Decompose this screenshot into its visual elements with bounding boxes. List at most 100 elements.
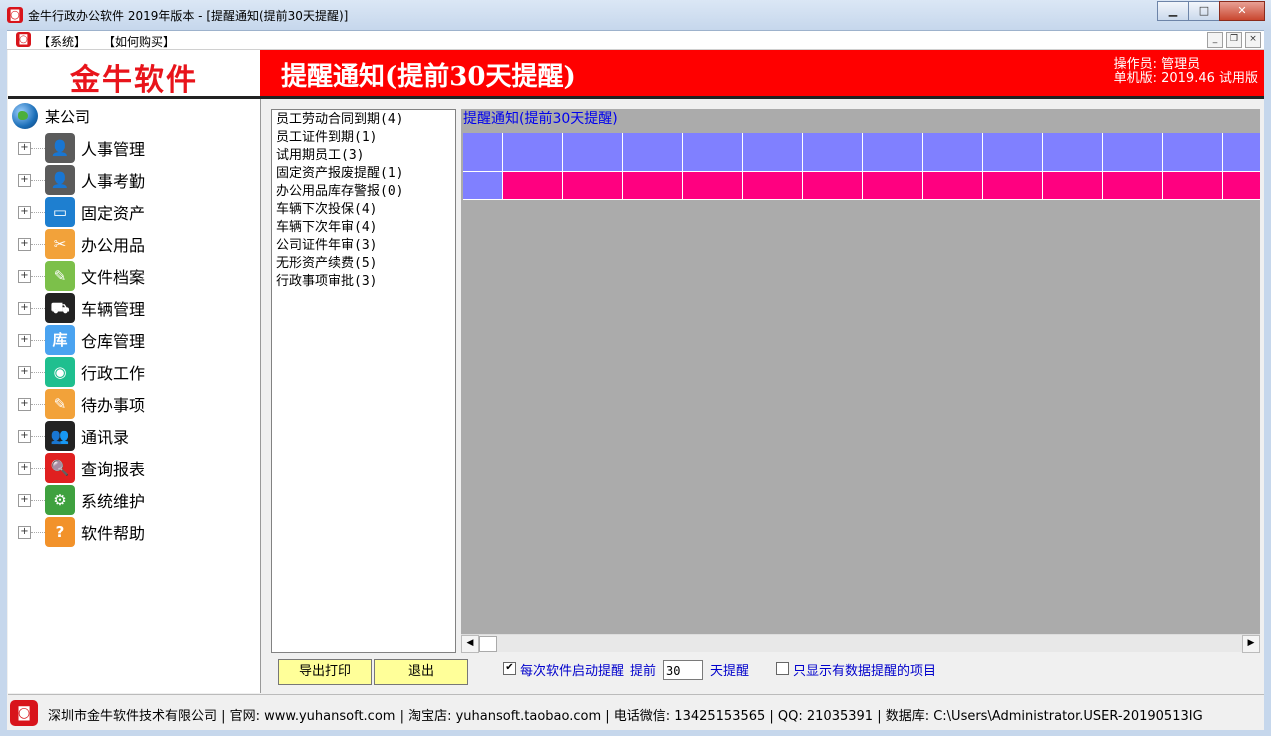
tree-item[interactable]: + ◉ 行政工作 xyxy=(18,357,145,387)
minimize-button[interactable]: ▁ xyxy=(1157,1,1189,21)
grid-header-cell[interactable] xyxy=(1163,133,1223,172)
list-item[interactable]: 员工证件到期(1) xyxy=(276,129,377,147)
tree-connector xyxy=(31,211,45,213)
mdi-app-icon[interactable]: ◙ xyxy=(16,32,31,47)
list-item[interactable]: 固定资产报废提醒(1) xyxy=(276,165,403,183)
list-item[interactable]: 车辆下次年审(4) xyxy=(276,219,377,237)
list-item[interactable]: 办公用品库存警报(0) xyxy=(276,183,403,201)
expand-icon[interactable]: + xyxy=(18,525,31,539)
scroll-right-icon[interactable]: ▶ xyxy=(1242,635,1260,653)
list-item[interactable]: 试用期员工(3) xyxy=(276,147,364,165)
expand-icon[interactable]: + xyxy=(18,397,31,411)
grid-header-cell[interactable] xyxy=(743,133,803,172)
tree-item[interactable]: + ✎ 待办事项 xyxy=(18,389,145,419)
grid-data-cell[interactable] xyxy=(1163,172,1223,200)
grid-header-cell[interactable] xyxy=(1043,133,1103,172)
grid-row-selector[interactable] xyxy=(463,172,503,200)
tree-item[interactable]: + 👥 通讯录 xyxy=(18,421,129,451)
warehouse-icon: 库 xyxy=(45,325,75,355)
days-input[interactable]: 30 xyxy=(663,660,703,680)
menu-how-to-buy[interactable]: 【如何购买】 xyxy=(103,33,175,50)
expand-icon[interactable]: + xyxy=(18,493,31,507)
grid-header-cell[interactable] xyxy=(863,133,923,172)
grid-header-cell[interactable] xyxy=(683,133,743,172)
window-frame-left xyxy=(0,30,7,736)
tree-item[interactable]: + ▭ 固定资产 xyxy=(18,197,145,227)
tree-item[interactable]: + ⚙ 系统维护 xyxy=(18,485,145,515)
grid-header-cell[interactable] xyxy=(503,133,563,172)
expand-icon[interactable]: + xyxy=(18,237,31,251)
expand-icon[interactable]: + xyxy=(18,461,31,475)
tree-item[interactable]: + 库仓库管理 xyxy=(18,325,145,355)
tree-connector xyxy=(31,275,45,277)
tree-item[interactable]: +? 软件帮助 xyxy=(18,517,145,547)
tree-item-label: 仓库管理 xyxy=(81,332,146,351)
grid-caption: 提醒通知(提前30天提醒) xyxy=(463,111,618,127)
maximize-button[interactable]: □ xyxy=(1188,1,1220,21)
tree-root[interactable]: 某公司 xyxy=(12,103,91,129)
grid-data-cell[interactable] xyxy=(923,172,983,200)
tree-item[interactable]: + ✎ 文件档案 xyxy=(18,261,145,291)
grid-data-cell[interactable] xyxy=(1223,172,1260,200)
tree-item[interactable]: + 👤 人事管理 xyxy=(18,133,145,163)
window-title: 金牛行政办公软件 2019年版本 - [提醒通知(提前30天提醒)] xyxy=(28,9,349,23)
mdi-restore-button[interactable]: ❐ xyxy=(1226,32,1242,48)
grid-header-cell[interactable] xyxy=(623,133,683,172)
expand-icon[interactable]: + xyxy=(18,205,31,219)
expand-icon[interactable]: + xyxy=(18,429,31,443)
mdi-minimize-button[interactable]: _ xyxy=(1207,32,1223,48)
grid-data-cell[interactable] xyxy=(863,172,923,200)
grid-data-cell[interactable] xyxy=(803,172,863,200)
expand-icon[interactable]: + xyxy=(18,333,31,347)
tree-item-label: 查询报表 xyxy=(81,460,146,479)
list-item[interactable]: 公司证件年审(3) xyxy=(276,237,377,255)
scroll-thumb[interactable] xyxy=(479,636,497,652)
grid-data-cell[interactable] xyxy=(563,172,623,200)
list-item[interactable]: 车辆下次投保(4) xyxy=(276,201,377,219)
tree-item-label: 人事考勤 xyxy=(81,172,146,191)
reminder-category-list[interactable]: 员工劳动合同到期(4) 员工证件到期(1) 试用期员工(3) 固定资产报废提醒(… xyxy=(271,109,456,653)
list-item[interactable]: 员工劳动合同到期(4) xyxy=(276,111,403,129)
list-item[interactable]: 无形资产续费(5) xyxy=(276,255,377,273)
only-data-checkbox[interactable] xyxy=(776,662,789,675)
reminder-grid[interactable]: 提醒通知(提前30天提醒) xyxy=(461,109,1260,651)
expand-icon[interactable]: + xyxy=(18,301,31,315)
grid-data-cell[interactable] xyxy=(623,172,683,200)
grid-header-cell[interactable] xyxy=(1223,133,1260,172)
grid-data-cell[interactable] xyxy=(683,172,743,200)
grid-corner-cell[interactable] xyxy=(463,133,503,172)
grid-header-cell[interactable] xyxy=(923,133,983,172)
grid-header-cell[interactable] xyxy=(803,133,863,172)
menu-system[interactable]: 【系统】 xyxy=(38,33,86,50)
mdi-close-button[interactable]: × xyxy=(1245,32,1261,48)
tree-item[interactable]: + 👤 人事考勤 xyxy=(18,165,145,195)
tree-item[interactable]: + ⛟ 车辆管理 xyxy=(18,293,145,323)
grid-header-cell[interactable] xyxy=(1103,133,1163,172)
grid-data-cell[interactable] xyxy=(1043,172,1103,200)
tree-item-label: 行政工作 xyxy=(81,364,146,383)
grid-data-cell[interactable] xyxy=(1103,172,1163,200)
grid-data-cell[interactable] xyxy=(983,172,1043,200)
close-button[interactable]: ✕ xyxy=(1219,1,1265,21)
list-item[interactable]: 行政事项审批(3) xyxy=(276,273,377,291)
grid-header-cell[interactable] xyxy=(983,133,1043,172)
operator-label: 操作员: 管理员 xyxy=(1113,57,1201,72)
grid-data-cell[interactable] xyxy=(743,172,803,200)
expand-icon[interactable]: + xyxy=(18,141,31,155)
tree-item[interactable]: + ✂ 办公用品 xyxy=(18,229,145,259)
grid-header-cell[interactable] xyxy=(563,133,623,172)
page-title: 提醒通知(提前30天提醒) xyxy=(281,62,576,92)
expand-icon[interactable]: + xyxy=(18,173,31,187)
expand-icon[interactable]: + xyxy=(18,269,31,283)
grid-data-cell[interactable] xyxy=(503,172,563,200)
search-icon: 🔍 xyxy=(45,453,75,483)
horizontal-scrollbar[interactable]: ◀ ▶ xyxy=(461,634,1260,653)
tree-item[interactable]: + 🔍 查询报表 xyxy=(18,453,145,483)
exit-button[interactable]: 退出 xyxy=(374,659,468,685)
tree-root-label: 某公司 xyxy=(45,107,91,126)
tree-connector xyxy=(31,531,45,533)
startup-reminder-checkbox[interactable]: ✔ xyxy=(503,662,516,675)
scroll-left-icon[interactable]: ◀ xyxy=(461,635,479,653)
export-print-button[interactable]: 导出打印 xyxy=(278,659,372,685)
expand-icon[interactable]: + xyxy=(18,365,31,379)
